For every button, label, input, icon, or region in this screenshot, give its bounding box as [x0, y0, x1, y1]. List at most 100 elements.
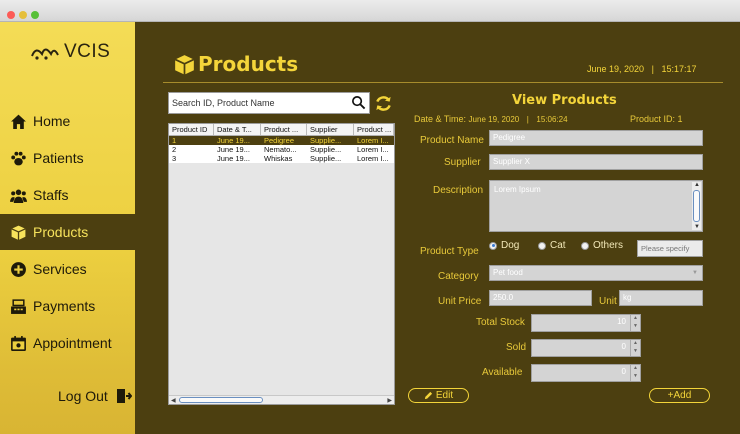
total-stock-spinner[interactable]: 10 ▲ ▼: [531, 314, 641, 332]
sidebar-item-staffs[interactable]: Staffs: [0, 177, 135, 213]
increment-icon[interactable]: ▲: [633, 315, 638, 321]
refresh-icon[interactable]: [374, 94, 393, 113]
product-type-label: Product Type: [420, 246, 479, 257]
calendar-icon: [9, 334, 27, 352]
increment-icon[interactable]: ▲: [633, 340, 638, 346]
zoom-window-button[interactable]: [31, 11, 39, 19]
table-row[interactable]: 2 June 19... Nemato... Supplie... Lorem …: [169, 145, 394, 154]
category-select[interactable]: Pet food ▼: [489, 265, 703, 281]
description-label: Description: [433, 185, 484, 196]
table-cell: June 19...: [217, 145, 250, 154]
cash-register-icon: [9, 297, 27, 315]
description-text: Lorem Ipsum: [494, 185, 541, 194]
page-title: Products: [173, 52, 298, 76]
sidebar-item-label: Appointment: [33, 335, 112, 351]
sold-spinner[interactable]: 0 ▲ ▼: [531, 339, 641, 357]
radio-others[interactable]: Others: [581, 240, 623, 251]
description-scrollbar[interactable]: ▲ ▼: [692, 182, 701, 230]
search-icon[interactable]: [351, 95, 366, 110]
radio-label: Cat: [550, 240, 566, 251]
sidebar-item-label: Patients: [33, 150, 84, 166]
column-header[interactable]: Product ...: [354, 124, 394, 135]
add-button-label: +Add: [667, 390, 692, 401]
radio-indicator: [581, 241, 589, 250]
logout-icon: [116, 389, 132, 403]
sidebar-item-label: Home: [33, 113, 71, 129]
scroll-left-arrow-icon[interactable]: ◀: [171, 397, 176, 404]
sidebar-item-payments[interactable]: Payments: [0, 288, 135, 324]
sidebar-item-label: Staffs: [33, 187, 69, 203]
decrement-icon[interactable]: ▼: [633, 373, 638, 379]
table-cell: Pedigree: [264, 136, 295, 145]
sidebar-item-label: Products: [33, 224, 89, 240]
description-textarea[interactable]: Lorem Ipsum ▲ ▼: [489, 180, 703, 232]
scroll-down-arrow-icon[interactable]: ▼: [694, 224, 700, 230]
panel-title: View Products: [512, 93, 617, 108]
sidebar-item-appointment[interactable]: Appointment: [0, 325, 135, 361]
sidebar-item-products[interactable]: Products: [0, 214, 135, 250]
specify-input[interactable]: [637, 240, 703, 257]
table-horizontal-scrollbar[interactable]: ◀ ▶: [169, 395, 394, 404]
logout-button[interactable]: Log Out: [58, 388, 132, 404]
app-logo-text: VCIS: [64, 41, 111, 62]
header-datetime: June 19, 2020 | 15:17:17: [587, 64, 696, 74]
app-logo: VCIS: [30, 40, 120, 64]
table-cell: Lorem I...: [357, 154, 389, 163]
available-spinner[interactable]: 0 ▲ ▼: [531, 364, 641, 382]
total-stock-label: Total Stock: [476, 317, 525, 328]
table-row[interactable]: 1 June 19... Pedigree Supplie... Lorem I…: [169, 136, 394, 145]
available-label: Available: [482, 367, 523, 378]
table-row[interactable]: 3 June 19... Whiskas Supplie... Lorem I.…: [169, 154, 394, 163]
product-id-value: 1: [677, 114, 683, 124]
sidebar-item-services[interactable]: Services: [0, 251, 135, 287]
column-header[interactable]: Date & T...: [214, 124, 261, 135]
unit-price-field[interactable]: 250.0: [489, 290, 592, 306]
box-icon: [9, 223, 27, 241]
table-cell: 3: [172, 154, 177, 163]
sidebar: VCIS Home Patients Staffs Products Servi…: [0, 22, 135, 434]
pencil-icon: [424, 391, 432, 400]
minimize-window-button[interactable]: [19, 11, 27, 19]
datetime-label: Date & Time:: [414, 114, 467, 124]
radio-label: Others: [593, 240, 624, 251]
sidebar-item-home[interactable]: Home: [0, 103, 135, 139]
decrement-icon[interactable]: ▼: [633, 348, 638, 354]
increment-icon[interactable]: ▲: [633, 365, 638, 371]
scrollbar-thumb[interactable]: [179, 397, 263, 403]
radio-dog[interactable]: Dog: [489, 240, 519, 251]
chevron-down-icon: ▼: [692, 270, 698, 276]
header-time: 15:17:17: [661, 64, 697, 74]
table-header: Product ID Date & T... Product ... Suppl…: [169, 124, 394, 136]
page-title-text: Products: [198, 52, 299, 76]
users-icon: [9, 186, 27, 204]
column-header[interactable]: Product ID: [169, 124, 214, 135]
supplier-field[interactable]: Supplier X: [489, 154, 703, 170]
scrollbar-thumb[interactable]: [693, 190, 700, 222]
panel-datetime: Date & Time: June 19, 2020 | 15:06:24: [414, 114, 568, 124]
close-window-button[interactable]: [7, 11, 15, 19]
table-cell: 1: [172, 136, 177, 145]
scroll-right-arrow-icon[interactable]: ▶: [387, 397, 392, 404]
table-cell: Nemato...: [264, 145, 297, 154]
product-name-label: Product Name: [420, 135, 484, 146]
add-button[interactable]: +Add: [649, 388, 710, 403]
total-stock-value: 10: [617, 317, 626, 326]
paw-icon: [9, 149, 27, 167]
available-value: 0: [621, 367, 626, 376]
decrement-icon[interactable]: ▼: [633, 323, 638, 329]
product-id-label: Product ID:: [630, 114, 676, 124]
edit-button[interactable]: Edit: [408, 388, 469, 403]
table-cell: June 19...: [217, 136, 250, 145]
column-header[interactable]: Product ...: [261, 124, 307, 135]
product-name-field[interactable]: Pedigree: [489, 130, 703, 146]
table-cell: June 19...: [217, 154, 250, 163]
panel-separator: |: [526, 115, 529, 124]
column-header[interactable]: Supplier: [307, 124, 354, 135]
radio-indicator: [489, 241, 497, 250]
search-input[interactable]: [168, 92, 370, 114]
unit-field[interactable]: kg: [619, 290, 703, 306]
panel-date: June 19, 2020: [468, 115, 520, 124]
scroll-up-arrow-icon[interactable]: ▲: [694, 182, 700, 188]
sidebar-item-patients[interactable]: Patients: [0, 140, 135, 176]
radio-cat[interactable]: Cat: [538, 240, 566, 251]
